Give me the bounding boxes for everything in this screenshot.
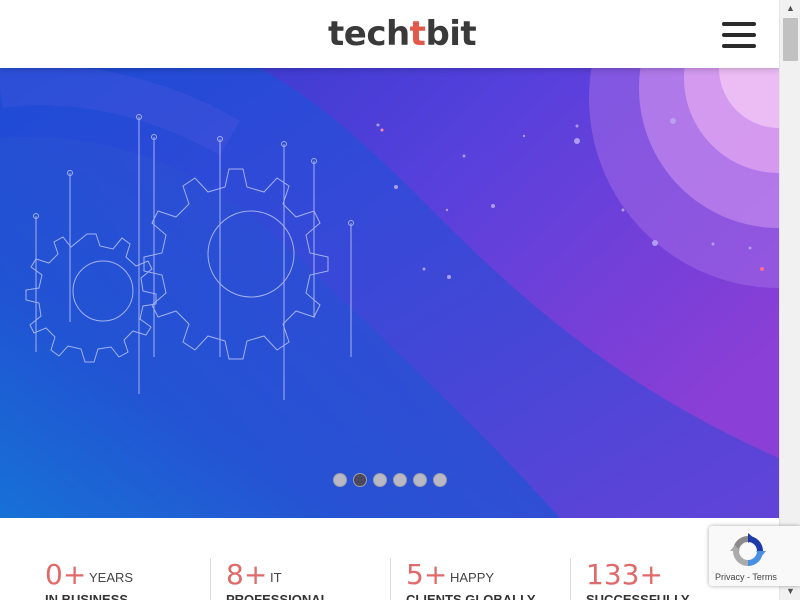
stat-label-bottom: SUCCESSFULLY [586,592,690,600]
hero-slider [0,68,779,518]
hamburger-menu-icon[interactable] [722,22,756,48]
logo-text-accent: t [409,14,426,54]
slider-dot-5[interactable] [412,473,427,487]
stat-number: 8+ [226,558,268,591]
logo-text-suffix: bit [425,14,477,54]
slider-pagination [0,473,779,489]
stat-label-bottom: IN BUSINESS [45,592,129,600]
recaptcha-icon [730,533,766,566]
logo-text-prefix: tech [328,14,410,54]
page: techtbit 0+ YEARS IN BUSINESS 8+ IT PROF… [0,0,779,600]
recaptcha-privacy-link[interactable]: Privacy [715,572,745,582]
stat-label-top: YEARS [89,570,134,585]
stat-number: 133+ [586,558,663,591]
hamburger-bar [722,44,756,48]
stat-label-top: HAPPY [450,570,495,585]
recaptcha-terms-link[interactable]: Terms [752,572,777,582]
stat-number: 5+ [406,558,448,591]
hamburger-bar [722,22,756,26]
stats-section: 0+ YEARS IN BUSINESS 8+ IT PROFESSIONAL … [0,518,779,600]
stat-label-bottom: CLIENTS GLOBALLY [406,592,536,600]
scroll-up-arrow-icon[interactable]: ▲ [780,0,800,17]
stat-divider [210,558,211,600]
slider-dot-1[interactable] [332,473,347,487]
slider-dot-4[interactable] [392,473,407,487]
stat-label-top: IT [270,570,282,585]
slider-dot-2-active[interactable] [352,473,367,487]
slider-dot-3[interactable] [372,473,387,487]
stat-divider [570,558,571,600]
recaptcha-links: Privacy - Terms [715,572,777,582]
techbit-logo[interactable]: techtbit [328,14,477,54]
hero-background-illustration [0,68,779,518]
stat-divider [390,558,391,600]
vertical-scrollbar[interactable]: ▲ ▼ [779,0,800,600]
recaptcha-badge[interactable]: Privacy - Terms [709,526,800,586]
stat-number: 0+ [45,558,87,591]
hamburger-bar [722,33,756,37]
slider-dot-6[interactable] [432,473,447,487]
site-header: techtbit [0,0,779,68]
scrollbar-thumb[interactable] [783,18,798,61]
stat-label-bottom: PROFESSIONAL [226,592,329,600]
